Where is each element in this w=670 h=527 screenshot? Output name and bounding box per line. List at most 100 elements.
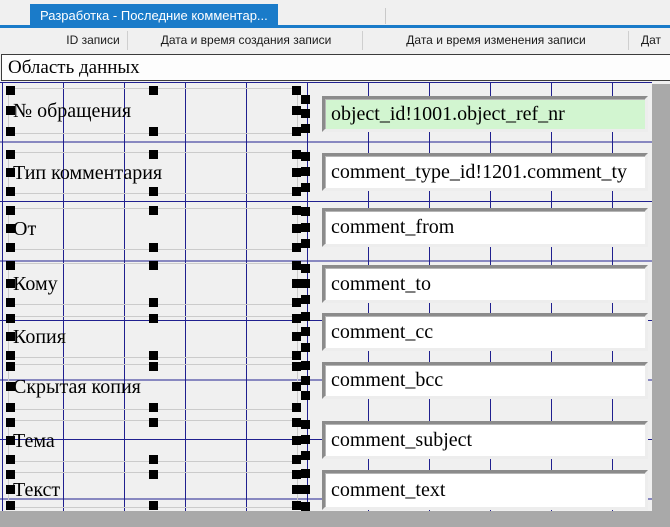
- selection-handle[interactable]: [301, 469, 310, 478]
- field-control[interactable]: comment_type_id!1201.comment_ty: [322, 153, 648, 191]
- selection-handle[interactable]: [292, 455, 301, 464]
- tab-development[interactable]: Разработка - Последние комментар...: [30, 4, 278, 26]
- selection-handle[interactable]: [6, 436, 15, 445]
- selection-handle[interactable]: [6, 168, 15, 177]
- selection-handle[interactable]: [149, 150, 158, 159]
- selection-handle[interactable]: [292, 279, 301, 288]
- selection-handle[interactable]: [301, 435, 310, 444]
- selection-handle[interactable]: [301, 264, 310, 273]
- selection-handle[interactable]: [292, 351, 301, 360]
- column-header-partial[interactable]: Дат: [641, 28, 670, 53]
- selection-handle[interactable]: [292, 243, 301, 252]
- selection-handle[interactable]: [292, 382, 301, 391]
- selection-handle[interactable]: [301, 279, 310, 288]
- selection-handle[interactable]: [301, 327, 310, 336]
- selection-handle[interactable]: [301, 502, 310, 511]
- column-header-modified[interactable]: Дата и время изменения записи: [367, 28, 625, 53]
- field-control[interactable]: comment_cc: [322, 313, 648, 351]
- selection-handle[interactable]: [301, 124, 310, 133]
- selection-handle[interactable]: [6, 470, 15, 479]
- selection-handle[interactable]: [149, 501, 158, 510]
- selection-handle[interactable]: [301, 312, 310, 321]
- selection-handle[interactable]: [292, 485, 301, 494]
- selection-handle[interactable]: [6, 314, 15, 323]
- selection-handle[interactable]: [292, 106, 301, 115]
- selection-handle[interactable]: [6, 362, 15, 371]
- selection-handle[interactable]: [301, 420, 310, 429]
- selection-handle[interactable]: [6, 150, 15, 159]
- field-control[interactable]: comment_subject: [322, 421, 648, 459]
- selection-handle[interactable]: [149, 470, 158, 479]
- selection-handle[interactable]: [6, 261, 15, 270]
- selection-handle[interactable]: [149, 455, 158, 464]
- selection-handle[interactable]: [292, 298, 301, 307]
- selection-handle[interactable]: [6, 382, 15, 391]
- selection-handle[interactable]: [292, 150, 301, 159]
- selection-handle[interactable]: [149, 187, 158, 196]
- selection-handle[interactable]: [149, 418, 158, 427]
- selection-handle[interactable]: [6, 106, 15, 115]
- selection-handle[interactable]: [301, 375, 310, 385]
- selection-handle[interactable]: [6, 455, 15, 464]
- field-control[interactable]: object_id!1001.object_ref_nr: [322, 96, 648, 132]
- selection-handle[interactable]: [292, 470, 301, 479]
- selection-handle[interactable]: [292, 362, 301, 371]
- selection-handle[interactable]: [149, 298, 158, 307]
- selection-handle[interactable]: [292, 168, 301, 177]
- selection-handle[interactable]: [292, 501, 301, 510]
- selection-handle[interactable]: [292, 403, 301, 412]
- selection-handle[interactable]: [149, 127, 158, 136]
- selection-handle[interactable]: [6, 332, 15, 341]
- selection-handle[interactable]: [6, 243, 15, 252]
- selection-handle[interactable]: [6, 127, 15, 136]
- column-header-created[interactable]: Дата и время создания записи: [132, 28, 360, 53]
- selection-handle[interactable]: [301, 152, 310, 161]
- selection-handle[interactable]: [6, 351, 15, 360]
- selection-handle[interactable]: [292, 224, 301, 233]
- selection-handle[interactable]: [292, 436, 301, 445]
- selection-handle[interactable]: [6, 298, 15, 307]
- selection-handle[interactable]: [149, 351, 158, 360]
- selection-handle[interactable]: [149, 243, 158, 252]
- field-control[interactable]: comment_from: [322, 208, 648, 247]
- selection-handle[interactable]: [301, 391, 310, 400]
- selection-handle[interactable]: [6, 418, 15, 427]
- selection-handle[interactable]: [301, 295, 310, 304]
- selection-handle[interactable]: [149, 261, 158, 270]
- selection-handle[interactable]: [292, 187, 301, 196]
- selection-handle[interactable]: [301, 222, 310, 232]
- selection-handle[interactable]: [292, 332, 301, 341]
- selection-handle[interactable]: [6, 501, 15, 510]
- selection-handle[interactable]: [301, 167, 310, 176]
- field-control[interactable]: comment_text: [322, 470, 648, 510]
- selection-handle[interactable]: [149, 86, 158, 95]
- field-control[interactable]: comment_bcc: [322, 362, 648, 399]
- selection-handle[interactable]: [6, 187, 15, 196]
- selection-handle[interactable]: [149, 403, 158, 412]
- selection-handle[interactable]: [292, 127, 301, 136]
- selection-handle[interactable]: [301, 207, 310, 216]
- selection-handle[interactable]: [6, 86, 15, 95]
- field-control[interactable]: comment_to: [322, 265, 648, 303]
- selection-handle[interactable]: [6, 206, 15, 215]
- selection-handle[interactable]: [292, 206, 301, 215]
- selection-handle[interactable]: [149, 362, 158, 371]
- selection-handle[interactable]: [301, 183, 310, 192]
- selection-handle[interactable]: [6, 403, 15, 412]
- selection-handle[interactable]: [301, 239, 310, 248]
- selection-handle[interactable]: [301, 485, 310, 494]
- selection-handle[interactable]: [301, 343, 310, 352]
- selection-handle[interactable]: [292, 418, 301, 427]
- band-data-area[interactable]: Область данных: [1, 54, 670, 81]
- selection-handle[interactable]: [292, 314, 301, 323]
- selection-handle[interactable]: [6, 224, 15, 233]
- selection-handle[interactable]: [292, 261, 301, 270]
- selection-handle[interactable]: [6, 485, 15, 494]
- selection-handle[interactable]: [149, 206, 158, 215]
- selection-handle[interactable]: [301, 361, 310, 370]
- selection-handle[interactable]: [301, 451, 310, 460]
- selection-handle[interactable]: [292, 86, 301, 95]
- selection-handle[interactable]: [301, 109, 310, 118]
- selection-handle[interactable]: [6, 279, 15, 288]
- column-header-id[interactable]: ID записи: [48, 28, 138, 53]
